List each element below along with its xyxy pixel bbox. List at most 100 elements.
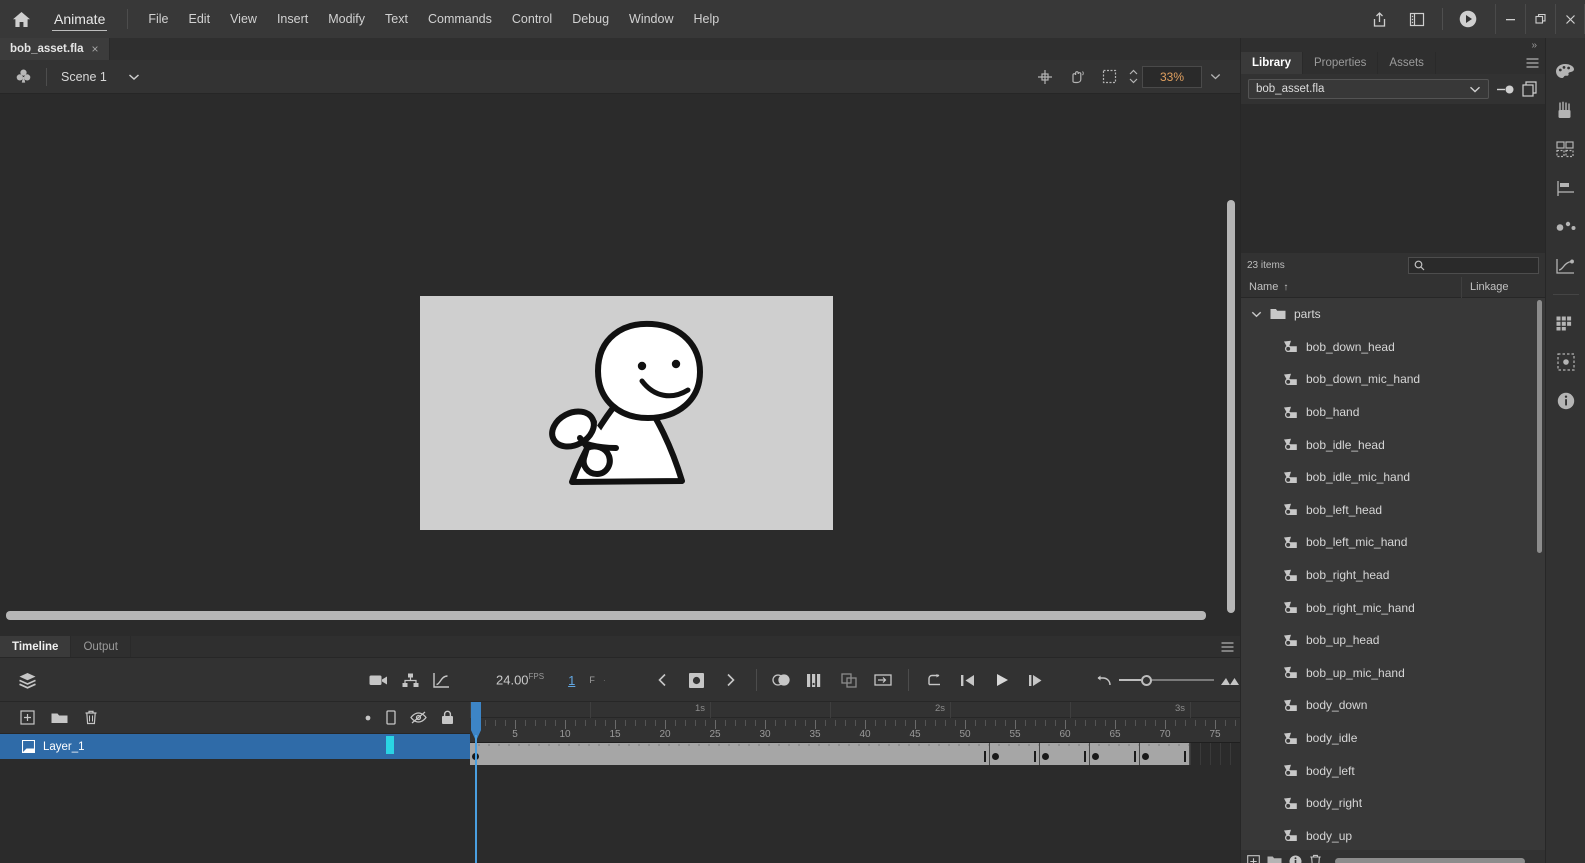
motion-editor-icon[interactable] <box>1553 255 1579 277</box>
library-item-row[interactable]: bob_right_head <box>1241 559 1545 592</box>
lock-layers-icon[interactable] <box>441 710 454 725</box>
previous-keyframe-icon[interactable] <box>646 663 680 697</box>
rewind-icon[interactable] <box>1093 663 1113 697</box>
tab-library[interactable]: Library <box>1241 52 1303 74</box>
menu-help[interactable]: Help <box>684 8 730 30</box>
onion-skin-outlines-icon[interactable] <box>798 663 832 697</box>
current-frame-input[interactable]: 1 <box>568 673 575 688</box>
scene-selector-label[interactable]: Scene 1 <box>47 70 121 84</box>
empty-frames[interactable] <box>1190 743 1240 765</box>
library-item-row[interactable]: bob_left_mic_hand <box>1241 526 1545 559</box>
library-horizontal-scrollbar[interactable] <box>1335 857 1525 863</box>
tab-output[interactable]: Output <box>71 636 131 657</box>
slider-knob[interactable] <box>1141 674 1153 686</box>
center-stage-icon[interactable] <box>1030 62 1060 92</box>
menu-debug[interactable]: Debug <box>562 8 619 30</box>
library-item-row[interactable]: bob_left_head <box>1241 494 1545 527</box>
stage-horizontal-scrollbar[interactable] <box>6 611 1206 620</box>
library-item-list[interactable]: parts bob_down_head bob_down_mic_hand bob_h… <box>1241 298 1545 850</box>
keyframe-dot[interactable] <box>1041 753 1049 760</box>
timeline-frames-region[interactable]: 1s 2s 3s 5 10 15 20 25 30 35 40 45 50 55 60 65 70 75 <box>470 702 1240 863</box>
new-library-panel-icon[interactable] <box>1522 81 1538 97</box>
search-input[interactable] <box>1429 259 1533 271</box>
keyframe-dot[interactable] <box>1141 753 1149 760</box>
stage-vertical-scrollbar[interactable] <box>1227 200 1235 613</box>
seconds-ruler[interactable]: 1s 2s 3s <box>470 702 1240 718</box>
frame-span[interactable] <box>990 743 1040 765</box>
menu-modify[interactable]: Modify <box>318 8 375 30</box>
stage-canvas[interactable] <box>420 296 833 530</box>
document-tab-bob-asset[interactable]: bob_asset.fla × <box>0 38 110 60</box>
library-document-select[interactable]: bob_asset.fla <box>1248 79 1489 99</box>
frame-size-icon[interactable] <box>1220 663 1240 697</box>
onion-skin-icon[interactable] <box>764 663 798 697</box>
new-folder-icon[interactable] <box>1267 855 1282 863</box>
frame-span[interactable] <box>470 743 990 765</box>
edit-multiple-frames-icon[interactable] <box>832 663 866 697</box>
components-icon[interactable] <box>1553 312 1579 334</box>
library-scrollbar[interactable] <box>1537 300 1542 553</box>
library-item-row[interactable]: body_idle <box>1241 722 1545 755</box>
delete-layer-icon[interactable] <box>84 710 98 725</box>
zoom-chevron-down-icon[interactable] <box>1204 62 1226 92</box>
hide-layers-icon[interactable] <box>410 711 427 724</box>
layer-depth-icon[interactable] <box>0 672 54 689</box>
library-search-field[interactable] <box>1408 256 1539 274</box>
brush-tools-icon[interactable] <box>1553 99 1579 121</box>
new-folder-icon[interactable] <box>51 711 68 724</box>
graph-editor-icon[interactable] <box>433 672 450 688</box>
step-forward-icon[interactable] <box>1019 663 1053 697</box>
transform-icon[interactable] <box>1553 351 1579 373</box>
add-layer-icon[interactable] <box>20 710 35 725</box>
tab-timeline[interactable]: Timeline <box>0 636 72 657</box>
pin-library-icon[interactable] <box>1496 84 1515 95</box>
stage-area[interactable] <box>0 94 1240 628</box>
library-item-row[interactable]: bob_up_head <box>1241 624 1545 657</box>
play-icon[interactable] <box>985 663 1019 697</box>
library-item-row[interactable]: bob_down_mic_hand <box>1241 363 1545 396</box>
chevron-down-icon[interactable] <box>121 60 147 94</box>
keyframe-dot[interactable] <box>1091 753 1099 760</box>
timeline-zoom-slider[interactable] <box>1119 674 1215 686</box>
tab-assets[interactable]: Assets <box>1378 52 1436 74</box>
library-item-row[interactable]: body_right <box>1241 787 1545 820</box>
shapes-icon[interactable] <box>1553 216 1579 238</box>
presentation-icon[interactable] <box>1398 0 1436 38</box>
close-button[interactable] <box>1555 4 1585 34</box>
properties-icon[interactable] <box>1289 855 1302 863</box>
play-test-icon[interactable] <box>1449 0 1487 38</box>
onion-skin-column-icon[interactable] <box>386 710 396 725</box>
layer-parenting-icon[interactable] <box>402 673 419 688</box>
library-item-row[interactable]: bob_idle_mic_hand <box>1241 461 1545 494</box>
share-icon[interactable] <box>1360 0 1398 38</box>
menu-file[interactable]: File <box>138 8 178 30</box>
home-icon[interactable] <box>0 0 42 38</box>
keyframe-dot[interactable] <box>991 753 999 760</box>
frame-picker-icon[interactable] <box>1553 138 1579 160</box>
insert-keyframe-icon[interactable] <box>680 663 714 697</box>
library-item-row[interactable]: bob_down_head <box>1241 331 1545 364</box>
library-item-row[interactable]: body_left <box>1241 754 1545 787</box>
close-icon[interactable]: × <box>92 42 99 56</box>
new-symbol-icon[interactable] <box>1247 854 1260 863</box>
menu-commands[interactable]: Commands <box>418 8 502 30</box>
library-folder-row[interactable]: parts <box>1241 298 1545 331</box>
menu-control[interactable]: Control <box>502 8 562 30</box>
camera-icon[interactable] <box>369 673 388 687</box>
panel-menu-icon[interactable] <box>1519 52 1545 74</box>
zoom-stepper[interactable] <box>1126 62 1140 92</box>
frame-span[interactable] <box>1090 743 1140 765</box>
minimize-button[interactable] <box>1495 4 1525 34</box>
fps-value[interactable]: 24.00FPS <box>496 672 544 687</box>
column-linkage[interactable]: Linkage <box>1461 276 1545 298</box>
frame-span[interactable] <box>1040 743 1090 765</box>
frame-span[interactable] <box>1140 743 1190 765</box>
menu-window[interactable]: Window <box>619 8 683 30</box>
library-item-row[interactable]: body_down <box>1241 689 1545 722</box>
modify-onion-markers-icon[interactable] <box>866 663 900 697</box>
info-icon[interactable] <box>1553 390 1579 412</box>
layer-row-layer-1[interactable]: Layer_1 <box>0 734 470 759</box>
next-keyframe-icon[interactable] <box>714 663 748 697</box>
align-icon[interactable] <box>1553 177 1579 199</box>
layer-frames-strip[interactable] <box>470 743 1240 765</box>
